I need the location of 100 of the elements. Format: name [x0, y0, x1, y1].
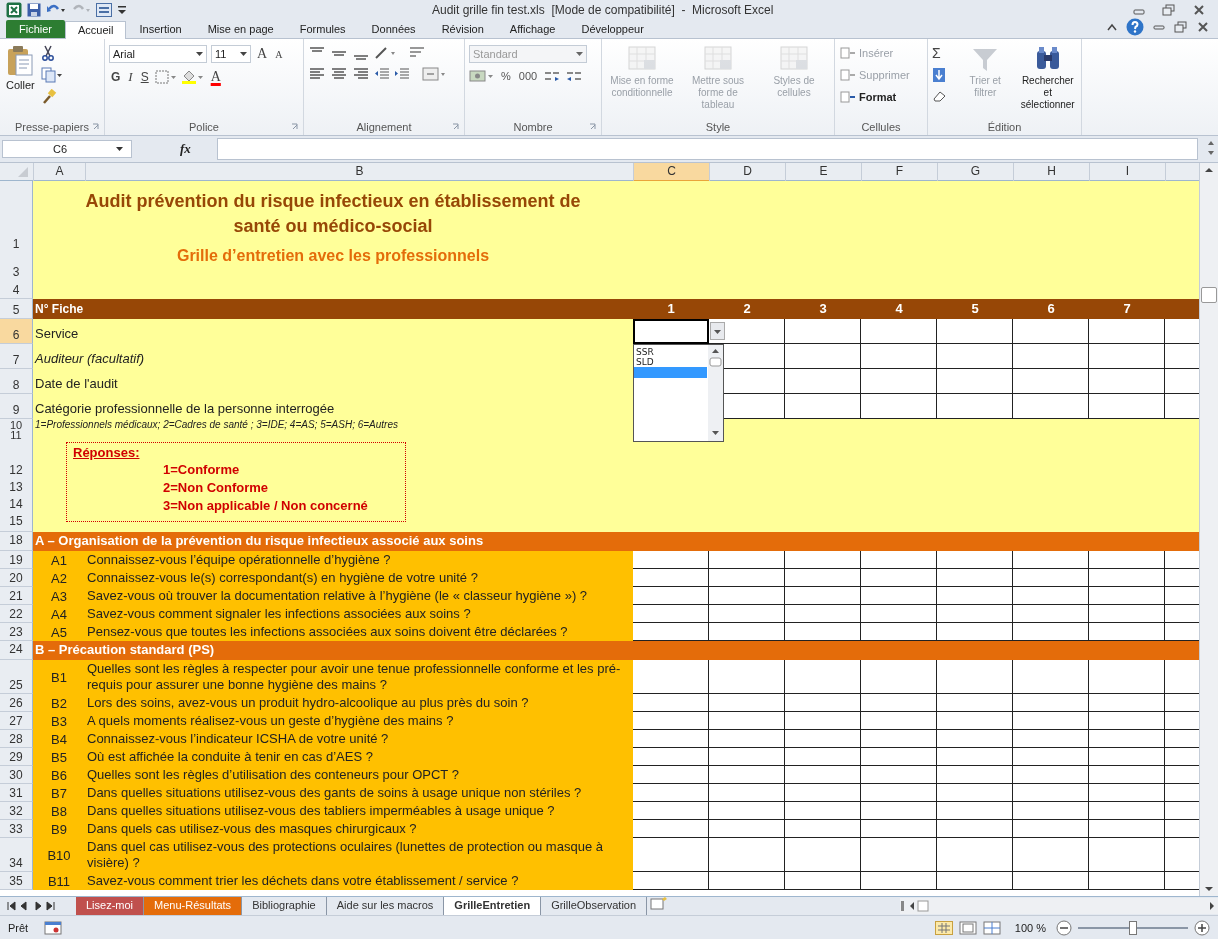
- table-cell[interactable]: [709, 872, 785, 890]
- ribbon-tab[interactable]: Données: [358, 20, 429, 38]
- dropdown-button-icon[interactable]: [710, 322, 725, 340]
- table-cell[interactable]: [1089, 660, 1165, 694]
- indent-icon[interactable]: [394, 67, 410, 81]
- table-cell[interactable]: [785, 820, 861, 838]
- orientation-icon[interactable]: [374, 46, 396, 60]
- zoom-out-icon[interactable]: [1056, 919, 1072, 936]
- editing-button[interactable]: Rechercher et sélectionner: [1018, 43, 1077, 119]
- table-cell[interactable]: [937, 660, 1013, 694]
- ribbon-tab[interactable]: Mise en page: [194, 20, 287, 38]
- grow-font-button[interactable]: A: [255, 46, 270, 62]
- table-cell[interactable]: [937, 394, 1013, 419]
- row-header[interactable]: 4: [12, 283, 20, 297]
- table-cell[interactable]: [937, 344, 1013, 369]
- table-cell[interactable]: [785, 569, 861, 587]
- list-option[interactable]: SLD: [634, 357, 707, 367]
- row-header[interactable]: 22: [0, 605, 33, 623]
- font-color-button[interactable]: A: [208, 69, 223, 85]
- ribbon-tab[interactable]: Révision: [428, 20, 497, 38]
- table-cell[interactable]: [937, 802, 1013, 820]
- font-family-field[interactable]: Arial: [109, 45, 207, 63]
- ribbon-tab[interactable]: Formules: [286, 20, 359, 38]
- table-cell[interactable]: [1089, 748, 1165, 766]
- sheet-tab[interactable]: GrilleEntretien: [444, 897, 542, 915]
- table-cell[interactable]: [633, 784, 709, 802]
- table-cell[interactable]: [633, 605, 709, 623]
- table-cell[interactable]: [709, 623, 785, 641]
- ribbon-tab[interactable]: Fichier: [6, 20, 65, 38]
- copy-icon[interactable]: [40, 67, 63, 83]
- currency-icon[interactable]: [469, 69, 495, 83]
- dialog-launcher-icon[interactable]: [92, 123, 100, 131]
- row-header[interactable]: 6: [0, 319, 33, 344]
- table-cell[interactable]: [633, 802, 709, 820]
- row-header[interactable]: 1: [12, 237, 20, 251]
- table-cell[interactable]: [709, 820, 785, 838]
- row-header[interactable]: 31: [0, 784, 33, 802]
- table-cell[interactable]: [861, 748, 937, 766]
- table-cell[interactable]: [785, 369, 861, 394]
- row-header[interactable]: 30: [0, 766, 33, 784]
- table-cell[interactable]: [633, 587, 709, 605]
- close-icon[interactable]: [1196, 21, 1210, 33]
- table-cell[interactable]: [861, 551, 937, 569]
- row-header[interactable]: 23: [0, 623, 33, 641]
- table-cell[interactable]: [709, 766, 785, 784]
- scroll-left-icon[interactable]: [900, 899, 930, 913]
- table-cell[interactable]: [937, 838, 1013, 872]
- table-cell[interactable]: [1013, 369, 1089, 394]
- name-box[interactable]: C6: [2, 140, 132, 158]
- table-cell[interactable]: [861, 838, 937, 872]
- table-cell[interactable]: [1013, 872, 1089, 890]
- indent-icon[interactable]: [374, 67, 390, 81]
- table-cell[interactable]: [1013, 712, 1089, 730]
- dialog-launcher-icon[interactable]: [291, 123, 299, 131]
- table-cell[interactable]: [1013, 838, 1089, 872]
- row-header[interactable]: 27: [0, 712, 33, 730]
- table-cell[interactable]: [709, 802, 785, 820]
- row-header[interactable]: 25: [0, 660, 33, 694]
- scrollbar-icon[interactable]: [708, 345, 723, 441]
- paste-button[interactable]: Coller: [4, 43, 37, 119]
- table-cell[interactable]: [1013, 766, 1089, 784]
- table-cell[interactable]: [937, 872, 1013, 890]
- macro-recording-icon[interactable]: [44, 920, 63, 935]
- table-cell[interactable]: [1089, 784, 1165, 802]
- table-cell[interactable]: [937, 369, 1013, 394]
- table-cell[interactable]: [1089, 394, 1165, 419]
- row-header[interactable]: 26: [0, 694, 33, 712]
- table-cell[interactable]: [709, 569, 785, 587]
- table-cell[interactable]: [861, 569, 937, 587]
- zoom-slider-thumb[interactable]: [1129, 920, 1137, 935]
- table-cell[interactable]: [1089, 820, 1165, 838]
- table-cell[interactable]: [709, 730, 785, 748]
- row-header[interactable]: 21: [0, 587, 33, 605]
- row-header[interactable]: 18: [0, 532, 33, 551]
- table-cell[interactable]: [633, 838, 709, 872]
- row-header[interactable]: 20: [0, 569, 33, 587]
- table-cell[interactable]: [1089, 623, 1165, 641]
- row-header[interactable]: 33: [0, 820, 33, 838]
- restore-icon[interactable]: [1162, 4, 1176, 16]
- row-header[interactable]: 29: [0, 748, 33, 766]
- table-cell[interactable]: [785, 802, 861, 820]
- table-cell[interactable]: [861, 784, 937, 802]
- table-cell[interactable]: [785, 605, 861, 623]
- table-cell[interactable]: [709, 551, 785, 569]
- row-header[interactable]: 5: [0, 299, 33, 319]
- scroll-thumb[interactable]: [1201, 287, 1217, 303]
- text-align-icon[interactable]: [352, 67, 370, 81]
- fill-color-icon[interactable]: [180, 70, 205, 84]
- table-cell[interactable]: [937, 694, 1013, 712]
- italic-button[interactable]: I: [126, 69, 135, 85]
- table-cell[interactable]: [785, 784, 861, 802]
- table-cell[interactable]: [1013, 587, 1089, 605]
- table-cell[interactable]: [785, 344, 861, 369]
- row-header[interactable]: 14: [9, 496, 23, 513]
- table-cell[interactable]: [785, 748, 861, 766]
- table-cell[interactable]: [937, 623, 1013, 641]
- restore-icon[interactable]: [1174, 21, 1188, 33]
- bold-button[interactable]: G: [109, 70, 123, 84]
- table-cell[interactable]: [861, 712, 937, 730]
- table-cell[interactable]: [1013, 748, 1089, 766]
